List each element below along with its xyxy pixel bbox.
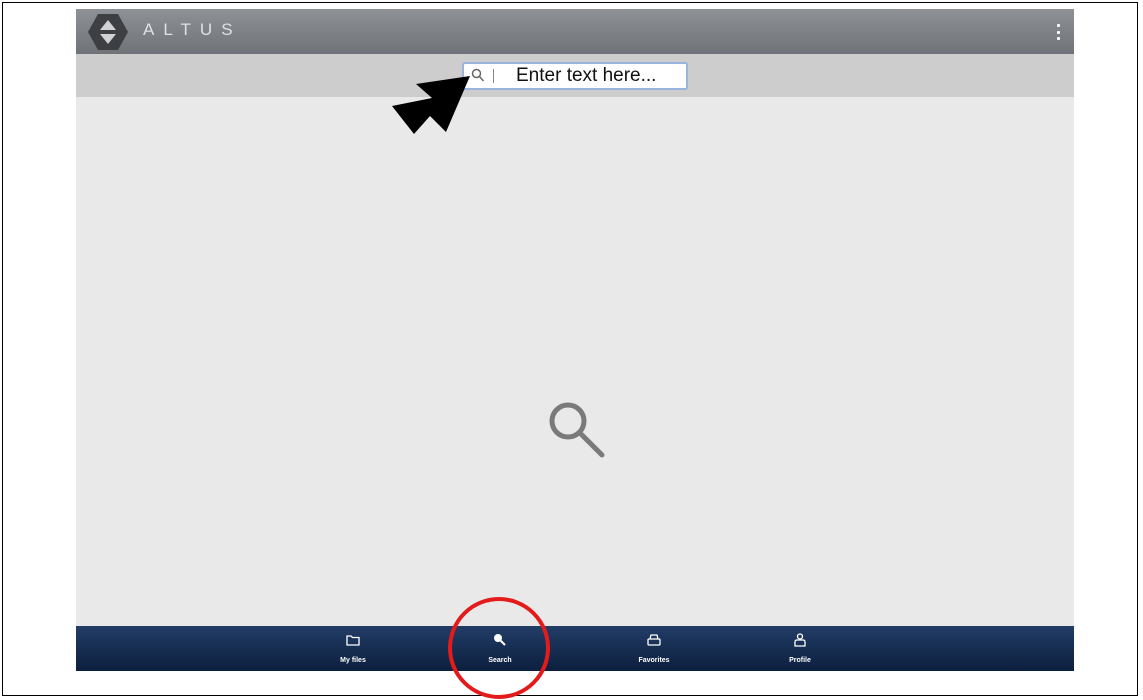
top-bar: ALTUS [76, 9, 1074, 54]
nav-label: My files [340, 657, 366, 664]
highlight-circle [448, 597, 550, 699]
app-window: ALTUS My files [76, 9, 1074, 671]
folder-icon [346, 635, 360, 646]
altus-logo-icon [88, 14, 128, 50]
search-results-area [76, 97, 1074, 627]
text-caret [493, 69, 494, 83]
nav-label: Favorites [638, 657, 670, 664]
profile-icon [794, 633, 806, 647]
favorites-icon [647, 634, 661, 646]
brand-name: ALTUS [143, 20, 242, 39]
nav-item-favorites[interactable]: Favorites [614, 626, 694, 671]
empty-state-search-icon [549, 402, 605, 458]
search-box[interactable] [462, 62, 688, 90]
bottom-nav-bar: My files Search Favorites Profile [76, 626, 1074, 671]
nav-label: Profile [789, 657, 811, 664]
arrow-icon [392, 76, 470, 134]
nav-item-profile[interactable]: Profile [760, 626, 840, 671]
more-menu-icon[interactable] [1056, 24, 1060, 40]
nav-item-my-files[interactable]: My files [313, 626, 393, 671]
search-icon [471, 68, 485, 82]
search-input[interactable] [516, 65, 681, 87]
search-bar [76, 54, 1074, 97]
